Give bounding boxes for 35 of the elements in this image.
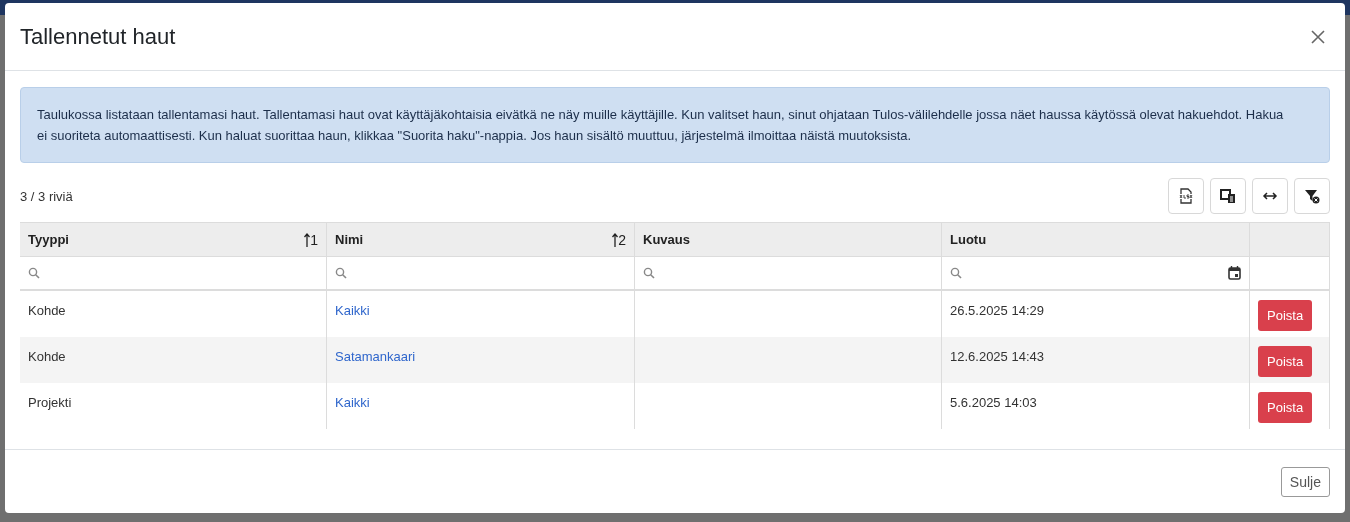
delete-button[interactable]: Poista: [1258, 300, 1313, 331]
close-button[interactable]: Sulje: [1280, 466, 1330, 497]
delete-button[interactable]: Poista: [1258, 392, 1313, 423]
calendar-icon[interactable]: [1228, 266, 1241, 280]
columns-icon: [1220, 188, 1236, 204]
header-label: Kuvaus: [643, 232, 690, 247]
filter-clear-icon: [1304, 188, 1320, 204]
horizontal-arrows-icon: [1262, 191, 1278, 201]
info-alert: Taulukossa listataan tallentamasi haut. Tallentamasi haut ovat käyttäjäkohtaisia eivätkä ne näy muille käyttäjille. Kun valitset haun, sinut ohjataan Tulos-välilehdelle jossa näet haussa käytössä olevat hakuehdot. Hakua ei suoriteta automaattisesti. Kun haluat suorittaa haun, klikkaa "Suorita haku"-nappia. Jos haun sisältö muuttuu, järjestelmä ilmoittaa näistä muutoksista.: [20, 87, 1330, 163]
toolbar-button[interactable]: [1294, 178, 1330, 214]
sort-indicator: 1: [304, 231, 318, 248]
search-icon: [950, 267, 962, 279]
table-cell: 12.6.2025 14:43: [942, 337, 1250, 383]
toolbar-button[interactable]: [1252, 178, 1288, 214]
row-count: 3 / 3 riviä: [20, 188, 73, 204]
name-link[interactable]: Satamankaari: [335, 349, 416, 364]
header-label: Luotu: [950, 232, 987, 247]
dialog-title: Tallennetut haut: [20, 23, 176, 50]
delete-button[interactable]: Poista: [1258, 346, 1313, 377]
column-header[interactable]: Kuvaus: [635, 222, 942, 256]
column-header[interactable]: Luotu: [942, 222, 1250, 256]
header-label: Tyyppi: [28, 232, 69, 247]
search-icon: [643, 267, 655, 279]
column-header[interactable]: Tyyppi 1: [20, 222, 327, 256]
name-link[interactable]: Kaikki: [335, 303, 370, 318]
table-cell: Kohde: [20, 337, 327, 383]
column-header[interactable]: Nimi 2: [327, 222, 635, 256]
name-link[interactable]: Kaikki: [335, 395, 370, 410]
search-icon: [28, 267, 40, 279]
sort-indicator: 2: [612, 231, 626, 248]
spreadsheet-file-icon: [1178, 188, 1194, 204]
header-label: Nimi: [335, 232, 364, 247]
close-icon: [1311, 29, 1325, 44]
search-icon: [335, 267, 347, 279]
toolbar-button[interactable]: [1210, 178, 1246, 214]
